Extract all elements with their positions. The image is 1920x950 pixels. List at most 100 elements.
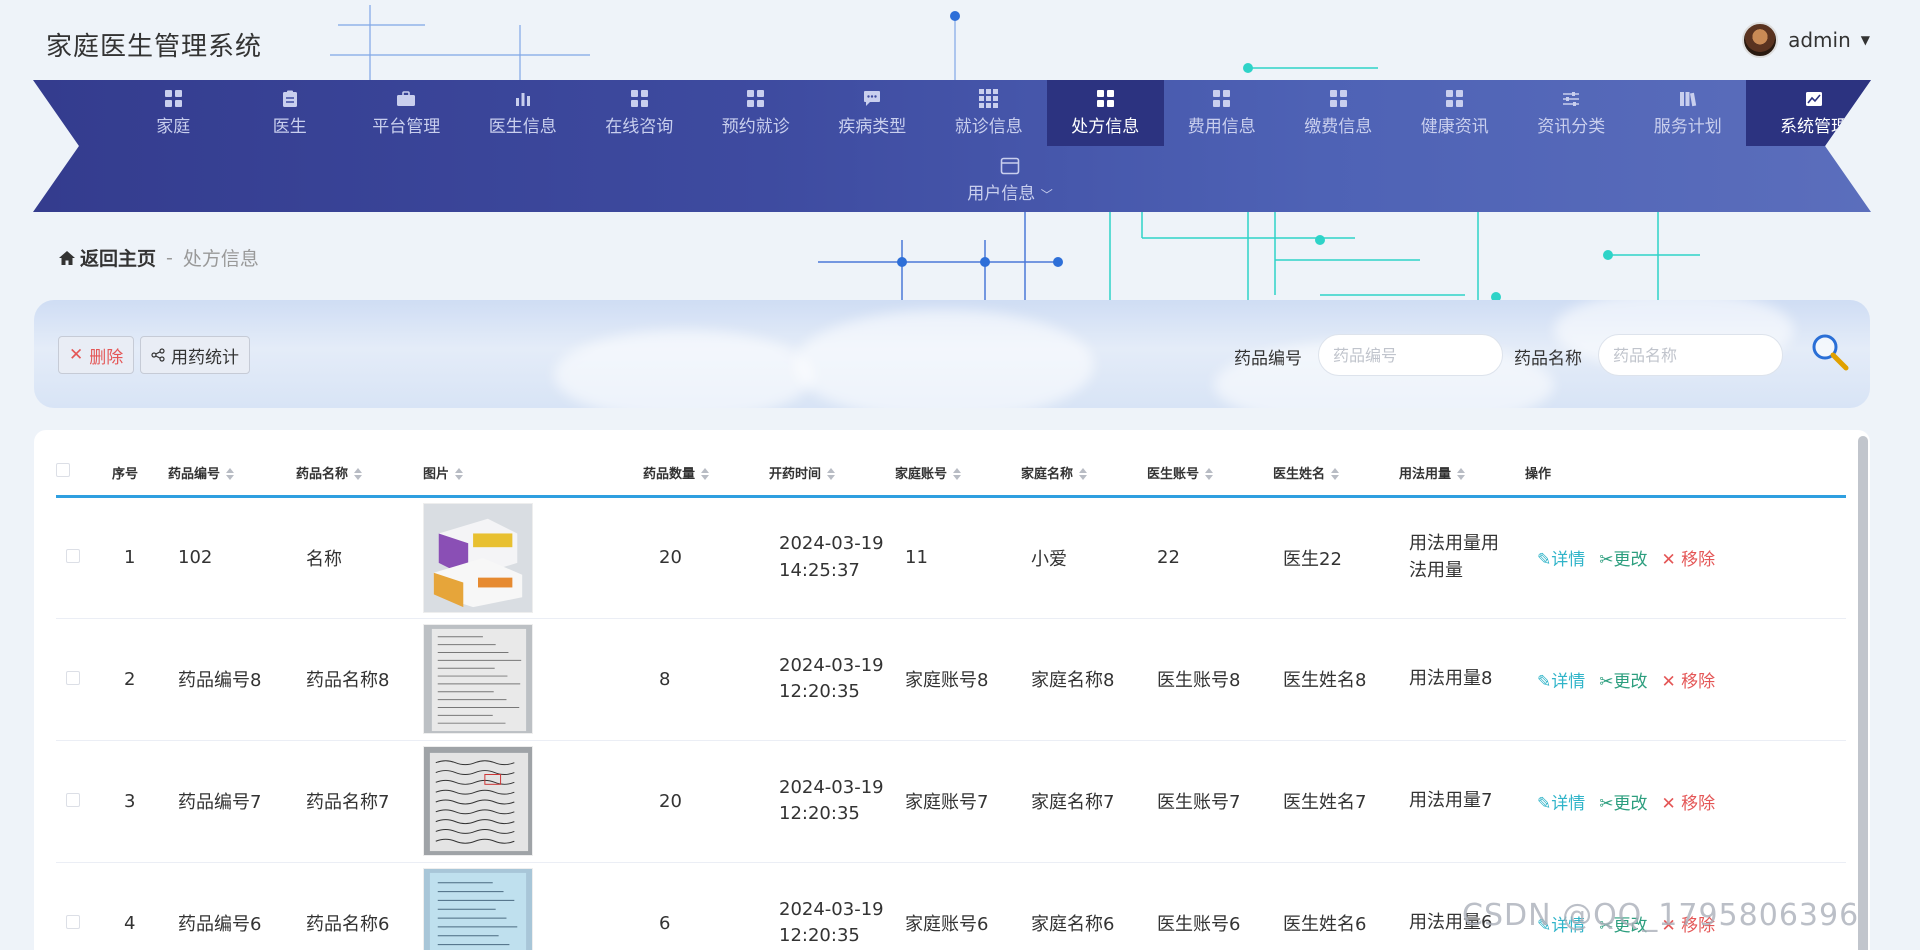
nav-item-system[interactable]: 系统管理 ﹀: [1746, 80, 1871, 146]
scrollbar-thumb[interactable]: [1858, 436, 1868, 950]
cell-usage: 用法用量8: [1399, 618, 1525, 741]
table-header-row: 序号 药品编号 药品名称 图片 药品数量 开药时间 家庭账号 家庭名称 医生账号 医生姓名 用法用量…: [56, 450, 1846, 498]
prescription-image[interactable]: [423, 502, 533, 613]
column-header[interactable]: 药品数量: [643, 450, 769, 498]
detail-button[interactable]: ✎详情: [1537, 794, 1585, 814]
sliders-icon: [1561, 90, 1581, 108]
column-header[interactable]: 药品名称: [296, 450, 423, 498]
select-all-checkbox[interactable]: [56, 463, 70, 478]
drug-name-input[interactable]: [1598, 334, 1783, 376]
column-header[interactable]: 医生账号: [1147, 450, 1273, 498]
grid-icon: [1328, 90, 1348, 108]
row-select-cell: [56, 496, 112, 619]
sort-icon[interactable]: [1457, 468, 1466, 481]
table-card: 序号 药品编号 药品名称 图片 药品数量 开药时间 家庭账号 家庭名称 医生账号 医生姓名 用法用量…: [34, 430, 1870, 950]
cell-family_acct: 家庭账号8: [895, 618, 1021, 741]
sort-icon[interactable]: [1205, 468, 1214, 481]
nav-item-1[interactable]: 医生: [232, 80, 349, 146]
nav-item-3[interactable]: 医生信息: [465, 80, 582, 146]
app-title: 家庭医生管理系统: [46, 32, 263, 62]
table-row[interactable]: 2 药品编号8 药品名称8 8 2024-03-19 12:20:35 家庭账号8 家庭名称8…: [56, 618, 1846, 741]
row-checkbox[interactable]: [66, 670, 80, 685]
search-icon[interactable]: [1808, 330, 1854, 376]
prescription-image[interactable]: [423, 624, 533, 734]
nav-item-7[interactable]: 就诊信息: [931, 80, 1048, 146]
remove-button[interactable]: ✕ 移除: [1662, 794, 1716, 814]
sort-icon[interactable]: [455, 468, 464, 481]
medication-stats-button[interactable]: 用药统计: [140, 336, 250, 374]
cell-family_name: 家庭名称7: [1021, 740, 1147, 863]
cell-usage: 用法用量用法用量: [1399, 496, 1525, 619]
column-header[interactable]: 医生姓名: [1273, 450, 1399, 498]
nav-item-user-info[interactable]: 用户信息 ﹀: [935, 152, 1085, 208]
user-menu[interactable]: admin ▼: [1742, 22, 1870, 58]
image-cell: [423, 740, 643, 863]
row-checkbox[interactable]: [66, 792, 80, 807]
column-header-label: 药品编号: [168, 466, 221, 482]
detail-button[interactable]: ✎详情: [1537, 550, 1585, 570]
prescription-image[interactable]: [423, 746, 533, 856]
nav-item-2[interactable]: 平台管理: [348, 80, 465, 146]
edit-pen-icon: ✎: [1537, 550, 1552, 570]
sort-icon[interactable]: [1079, 468, 1088, 481]
nav-item-11[interactable]: 健康资讯: [1397, 80, 1514, 146]
sort-icon[interactable]: [1331, 468, 1340, 481]
column-header[interactable]: 序号: [112, 450, 168, 498]
detail-label: 详情: [1551, 671, 1586, 692]
drug-code-input[interactable]: [1318, 334, 1503, 376]
edit-button[interactable]: ✂更改: [1599, 794, 1647, 814]
column-header[interactable]: 图片: [423, 450, 643, 498]
close-icon: ✕: [1661, 793, 1682, 814]
breadcrumb-home-label[interactable]: 返回主页: [80, 244, 156, 271]
column-header-label: 家庭名称: [1021, 466, 1074, 482]
nav-item-4[interactable]: 在线咨询: [581, 80, 698, 146]
remove-button[interactable]: ✕ 移除: [1662, 672, 1716, 692]
delete-button[interactable]: ✕ 删除: [58, 336, 135, 374]
nav-item-6[interactable]: 疾病类型: [814, 80, 931, 146]
nav-item-label: 医生信息: [488, 116, 557, 137]
column-header[interactable]: 操作: [1525, 450, 1846, 498]
nav-item-12[interactable]: 资讯分类: [1513, 80, 1630, 146]
nav-item-10[interactable]: 缴费信息: [1280, 80, 1397, 146]
remove-button[interactable]: ✕ 移除: [1662, 550, 1716, 570]
caret-down-icon[interactable]: ▼: [1861, 33, 1870, 47]
nav-item-5[interactable]: 预约就诊: [698, 80, 815, 146]
nav-item-0[interactable]: 家庭: [115, 80, 232, 146]
sort-icon[interactable]: [953, 468, 962, 481]
cell-no: 2: [112, 618, 168, 741]
column-header-label: 药品数量: [643, 466, 696, 482]
column-header[interactable]: 家庭账号: [895, 450, 1021, 498]
nav-item-8[interactable]: 处方信息: [1047, 80, 1164, 146]
column-header[interactable]: 用法用量: [1399, 450, 1525, 498]
select-all-cell: [56, 450, 112, 498]
avatar[interactable]: [1742, 22, 1779, 58]
breadcrumb: 返回主页 - 处方信息: [58, 244, 259, 271]
sort-icon[interactable]: [827, 468, 836, 481]
grid-icon: [1212, 90, 1232, 108]
edit-button[interactable]: ✂更改: [1599, 550, 1647, 570]
edit-button[interactable]: ✂更改: [1599, 672, 1647, 692]
remove-label: 移除: [1681, 671, 1716, 692]
breadcrumb-home[interactable]: 返回主页: [58, 244, 156, 271]
cell-date-day: 2024-03-19: [779, 776, 884, 798]
nav-item-13[interactable]: 服务计划: [1630, 80, 1747, 146]
table-row[interactable]: 1 102 名称 20 2024-03-19 14:25:37 11 小爱 22 医生22 用法用量…: [56, 496, 1846, 619]
sort-icon[interactable]: [701, 468, 710, 481]
nav-item-9[interactable]: 费用信息: [1164, 80, 1281, 146]
column-header[interactable]: 家庭名称: [1021, 450, 1147, 498]
table-row[interactable]: 3 药品编号7 药品名称7 20 2024-03-19 12:20:35 家庭账号7 家庭名称…: [56, 740, 1846, 863]
detail-button[interactable]: ✎详情: [1537, 672, 1585, 692]
column-header[interactable]: 开药时间: [769, 450, 895, 498]
prescription-image[interactable]: [423, 868, 533, 950]
row-checkbox[interactable]: [66, 914, 80, 929]
scrollbar[interactable]: [1858, 436, 1868, 950]
user-name[interactable]: admin: [1788, 28, 1851, 52]
cell-date: 2024-03-19 14:25:37: [769, 496, 895, 619]
cell-date-time: 14:25:37: [779, 559, 860, 581]
row-checkbox[interactable]: [66, 549, 80, 563]
column-header-label: 家庭账号: [895, 466, 948, 482]
sort-icon[interactable]: [226, 468, 235, 481]
column-header[interactable]: 药品编号: [168, 450, 296, 498]
sort-icon[interactable]: [354, 468, 363, 481]
cell-doctor_name: 医生22: [1273, 496, 1399, 619]
